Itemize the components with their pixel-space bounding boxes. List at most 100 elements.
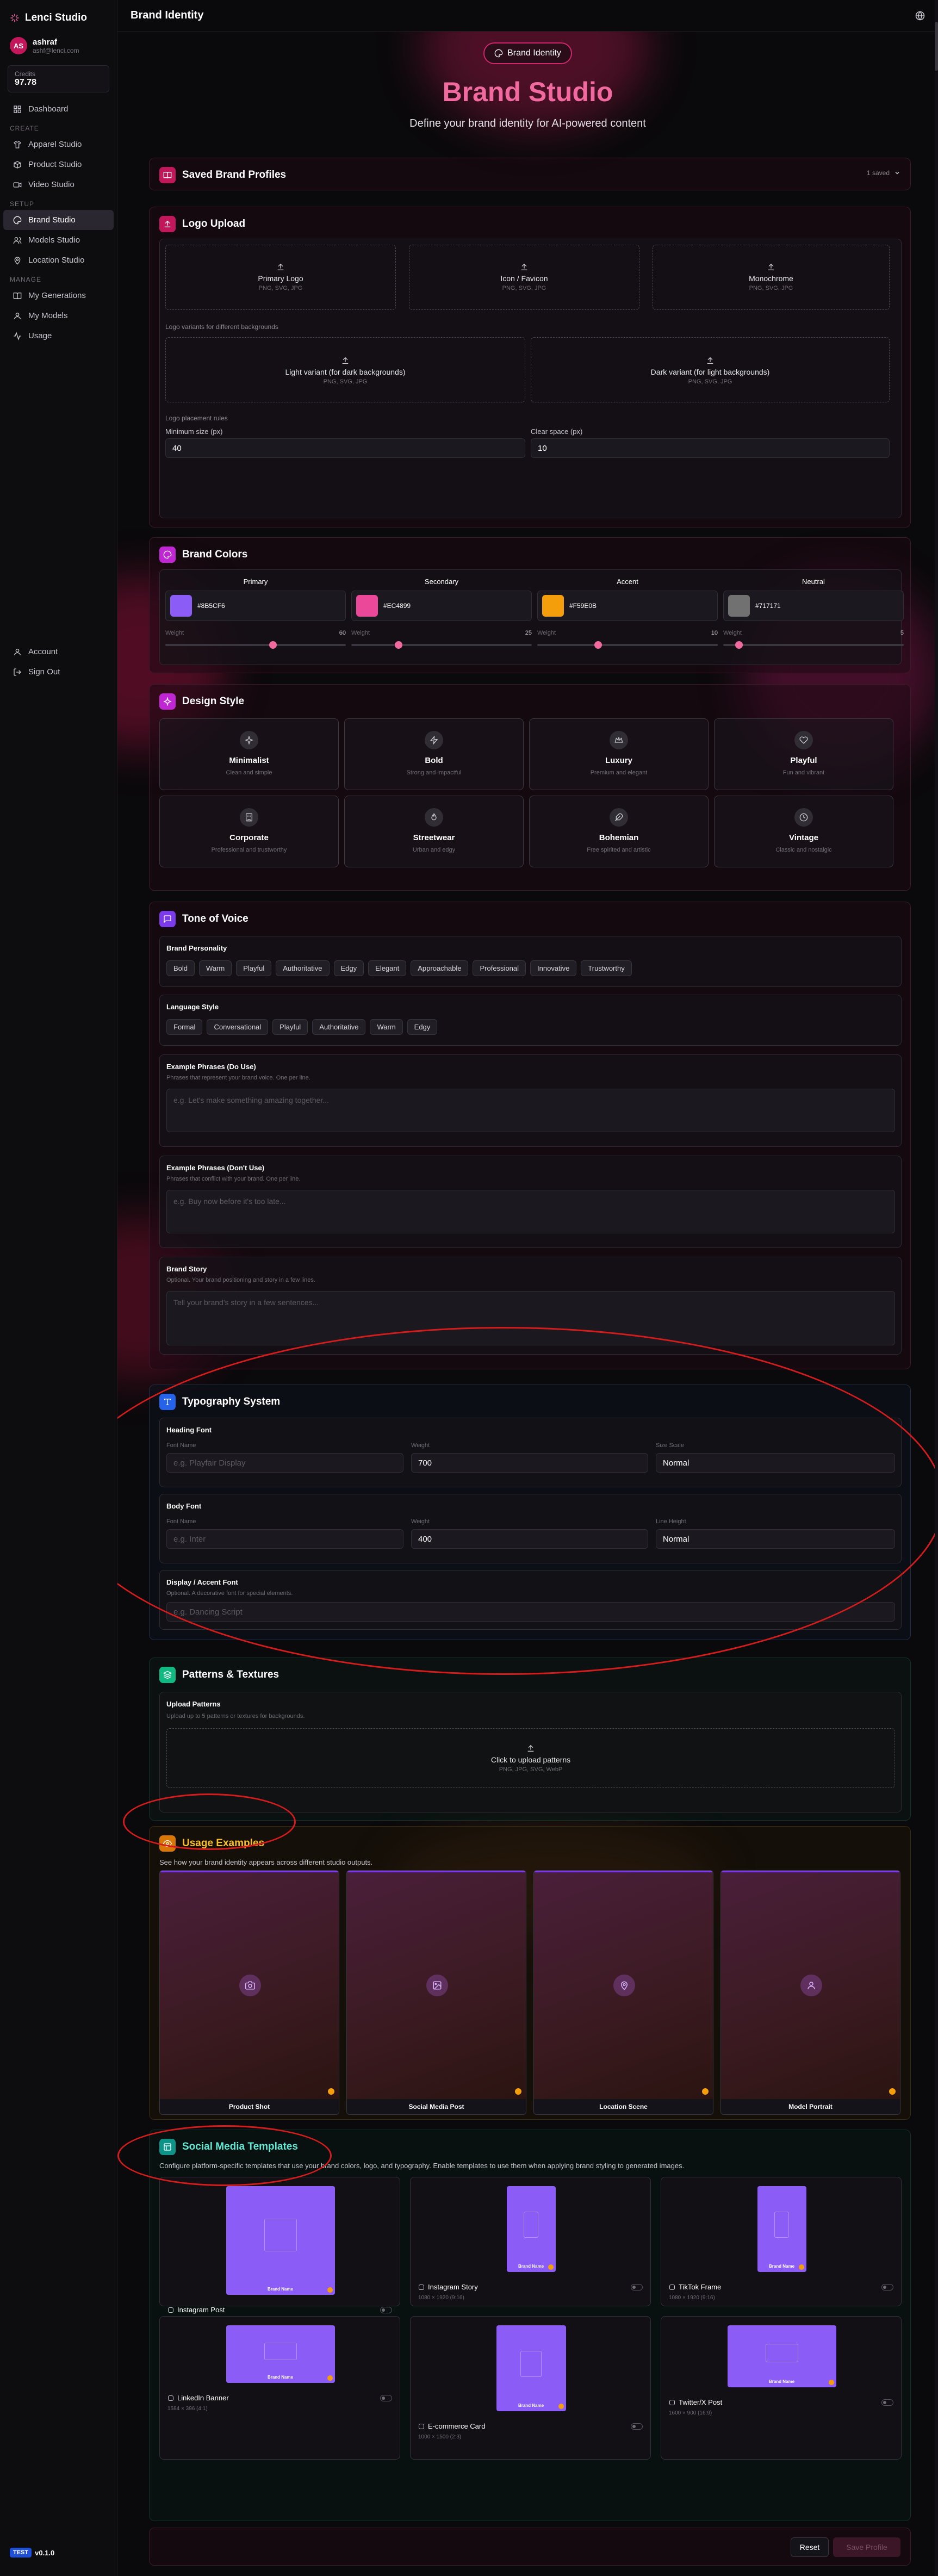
slider-handle[interactable] (269, 641, 277, 649)
tag-playful[interactable]: Playful (236, 960, 272, 976)
globe-icon[interactable] (915, 11, 925, 21)
tag-innovative[interactable]: Innovative (530, 960, 577, 976)
tag-approachable[interactable]: Approachable (411, 960, 469, 976)
tag-warm[interactable]: Warm (199, 960, 232, 976)
slider-handle[interactable] (594, 641, 602, 649)
color-swatch[interactable] (728, 595, 750, 617)
style-tile-minimalist[interactable]: Minimalist Clean and simple (159, 718, 339, 790)
template-tiktok-frame[interactable]: Brand Name TikTok Frame 1080 × 1920 (9:1… (661, 2177, 902, 2306)
sidebar-item-brand-studio[interactable]: Brand Studio (3, 210, 114, 230)
social-grid: Brand Name Instagram Post 1080 × 1080 (1… (159, 2177, 902, 2514)
style-tile-playful[interactable]: Playful Fun and vibrant (714, 718, 893, 790)
color-swatch[interactable] (170, 595, 192, 617)
topbar: Brand Identity (117, 0, 938, 32)
usage-example-model-portrait[interactable]: Model Portrait (720, 1870, 900, 2115)
color-input-row[interactable]: #717171 (723, 591, 904, 621)
min-size-input[interactable]: 40 (165, 438, 525, 458)
weight-slider[interactable] (723, 641, 904, 649)
reset-button[interactable]: Reset (791, 2537, 829, 2557)
weight-slider[interactable] (165, 641, 346, 649)
sidebar-item-location-studio[interactable]: Location Studio (3, 250, 114, 270)
color-input-row[interactable]: #8B5CF6 (165, 591, 346, 621)
sidebar-item-usage[interactable]: Usage (3, 326, 114, 346)
logo-rules-label: Logo placement rules (165, 414, 228, 422)
tag-edgy[interactable]: Edgy (407, 1019, 438, 1035)
primary-logo-dropzone[interactable]: Primary Logo PNG, SVG, JPG (165, 245, 396, 310)
template-toggle[interactable] (631, 2423, 643, 2430)
tag-professional[interactable]: Professional (473, 960, 526, 976)
template-toggle[interactable] (881, 2284, 893, 2291)
palette-icon (494, 49, 503, 58)
do-phrases-textarea[interactable]: e.g. Let's make something amazing togeth… (166, 1089, 895, 1132)
tag-conversational[interactable]: Conversational (207, 1019, 269, 1035)
icon-favicon-dropzone[interactable]: Icon / Favicon PNG, SVG, JPG (409, 245, 639, 310)
sidebar-item-dashboard[interactable]: Dashboard (3, 99, 114, 119)
sidebar-item-apparel-studio[interactable]: Apparel Studio (3, 134, 114, 154)
template-name: LinkedIn Banner (167, 2394, 229, 2402)
style-desc: Fun and vibrant (782, 769, 825, 776)
version-badge: TEST (10, 2548, 32, 2558)
template-twitter-x-post[interactable]: Brand Name Twitter/X Post 1600 × 900 (16… (661, 2316, 902, 2460)
template-toggle[interactable] (881, 2399, 893, 2406)
usage-example-social-media-post[interactable]: Social Media Post (346, 1870, 526, 2115)
template-size: 1584 × 396 (4:1) (167, 2406, 208, 2412)
template-toggle[interactable] (631, 2284, 643, 2291)
color-input-row[interactable]: #F59E0B (537, 591, 718, 621)
sidebar-item-sign-out[interactable]: Sign Out (3, 662, 114, 682)
sidebar-item-models-studio[interactable]: Models Studio (3, 230, 114, 250)
sidebar-item-my-models[interactable]: My Models (3, 306, 114, 326)
color-swatch[interactable] (356, 595, 378, 617)
sidebar-item-video-studio[interactable]: Video Studio (3, 175, 114, 195)
tag-warm[interactable]: Warm (370, 1019, 403, 1035)
clear-space-input[interactable]: 10 (531, 438, 890, 458)
patterns-title: Patterns & Textures (182, 1669, 279, 1680)
style-tile-bohemian[interactable]: Bohemian Free spirited and artistic (529, 796, 709, 867)
style-desc: Classic and nostalgic (775, 847, 832, 853)
style-tile-corporate[interactable]: Corporate Professional and trustworthy (159, 796, 339, 867)
tag-formal[interactable]: Formal (166, 1019, 203, 1035)
grid-icon (14, 105, 21, 113)
tag-elegant[interactable]: Elegant (368, 960, 407, 976)
map-pin-icon (14, 256, 21, 265)
sidebar-item-product-studio[interactable]: Product Studio (3, 154, 114, 175)
style-tile-vintage[interactable]: Vintage Classic and nostalgic (714, 796, 893, 867)
weight-slider[interactable] (537, 641, 718, 649)
app-logo[interactable]: Lenci Studio (0, 0, 117, 33)
template-e-commerce-card[interactable]: Brand Name E-commerce Card 1000 × 1500 (… (410, 2316, 651, 2460)
light-variant-dropzone[interactable]: Light variant (for dark backgrounds) PNG… (165, 337, 525, 402)
style-tile-streetwear[interactable]: Streetwear Urban and edgy (344, 796, 524, 867)
template-toggle[interactable] (380, 2395, 392, 2401)
tag-playful[interactable]: Playful (272, 1019, 308, 1035)
monochrome-dropzone[interactable]: Monochrome PNG, SVG, JPG (653, 245, 890, 310)
style-tile-luxury[interactable]: Luxury Premium and elegant (529, 718, 709, 790)
dark-variant-dropzone[interactable]: Dark variant (for light backgrounds) PNG… (531, 337, 890, 402)
saved-profiles-title: Saved Brand Profiles (182, 169, 287, 181)
usage-example-location-scene[interactable]: Location Scene (533, 1870, 713, 2115)
tag-bold[interactable]: Bold (166, 960, 195, 976)
saved-profiles-card[interactable]: Saved Brand Profiles 1 saved (149, 158, 911, 190)
tag-authoritative[interactable]: Authoritative (312, 1019, 366, 1035)
saved-count: 1 saved (866, 169, 890, 177)
tag-edgy[interactable]: Edgy (333, 960, 364, 976)
scrollbar[interactable] (935, 0, 938, 2576)
weight-slider[interactable] (351, 641, 532, 649)
tag-trustworthy[interactable]: Trustworthy (581, 960, 632, 976)
template-instagram-story[interactable]: Brand Name Instagram Story 1080 × 1920 (… (410, 2177, 651, 2306)
saved-count-toggle[interactable]: 1 saved (867, 169, 900, 177)
color-input-row[interactable]: #EC4899 (351, 591, 532, 621)
sidebar-item-my-generations[interactable]: My Generations (3, 285, 114, 306)
user-profile[interactable]: AS ashraf ashf@lenci.com (0, 33, 117, 59)
template-instagram-post[interactable]: Brand Name Instagram Post 1080 × 1080 (1… (159, 2177, 400, 2324)
dont-phrases-textarea[interactable]: e.g. Buy now before it's too late... (166, 1190, 895, 1233)
color-swatch[interactable] (542, 595, 564, 617)
sidebar-item-account[interactable]: Account (3, 642, 114, 662)
save-profile-button[interactable]: Save Profile (833, 2537, 900, 2557)
tag-authoritative[interactable]: Authoritative (276, 960, 330, 976)
slider-handle[interactable] (735, 641, 743, 649)
template-linkedin-banner[interactable]: Brand Name LinkedIn Banner 1584 × 396 (4… (159, 2316, 400, 2460)
slider-handle[interactable] (395, 641, 402, 649)
patterns-dropzone[interactable]: Click to upload patterns PNG, JPG, SVG, … (166, 1728, 895, 1788)
usage-example-product-shot[interactable]: Product Shot (159, 1870, 339, 2115)
template-toggle[interactable] (380, 2307, 392, 2313)
style-tile-bold[interactable]: Bold Strong and impactful (344, 718, 524, 790)
